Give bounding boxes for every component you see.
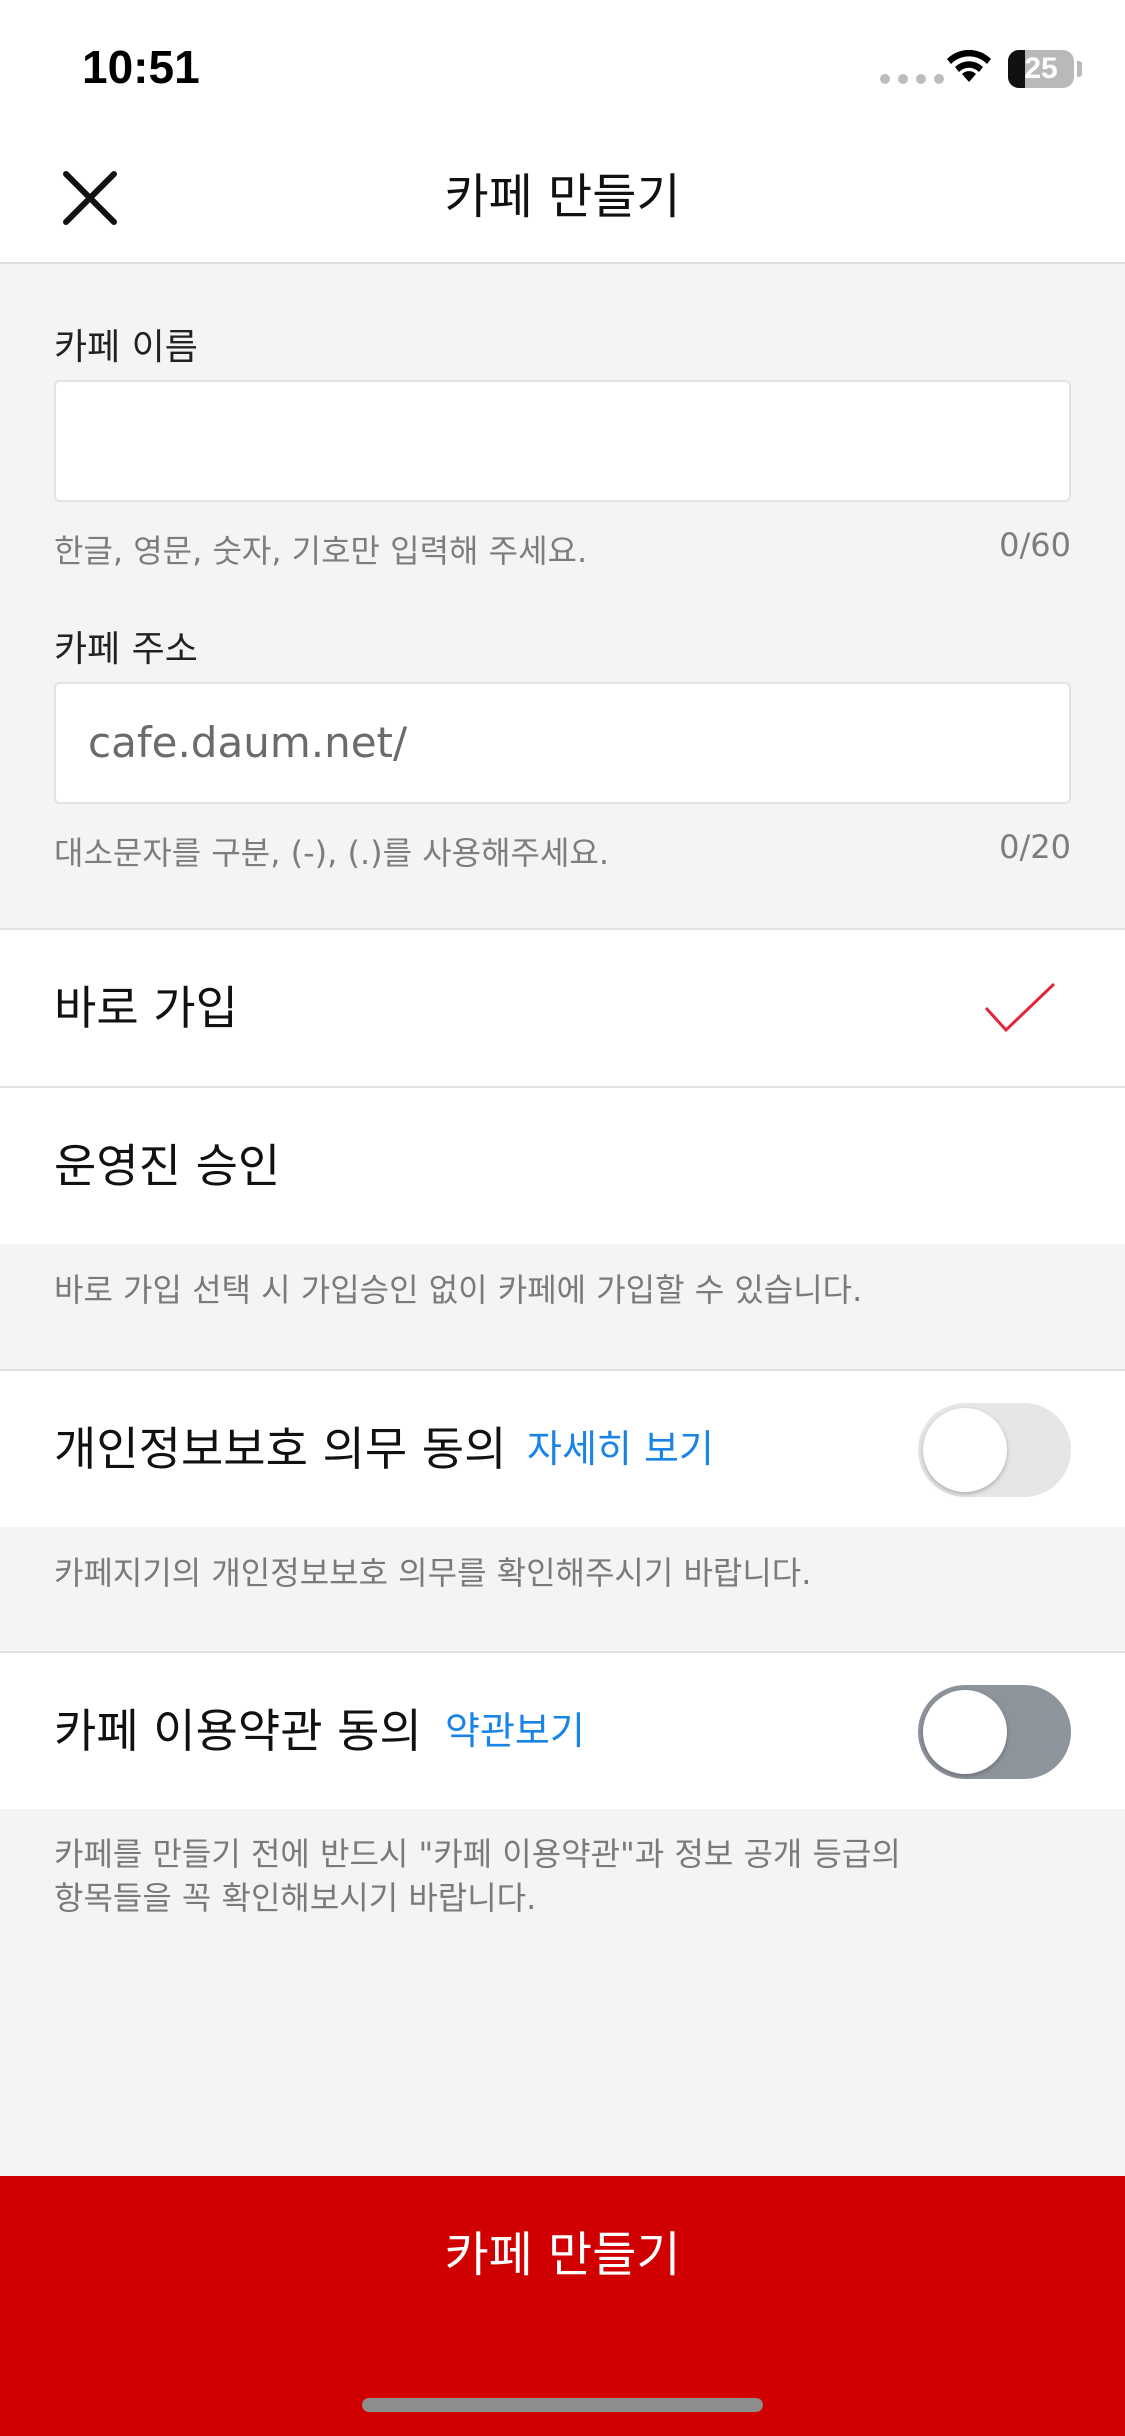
cafe-name-counter: 0/60 [999, 526, 1071, 564]
terms-agreement-note-line2: 항목들을 꼭 확인해보시기 바랍니다. [54, 1879, 537, 1917]
battery-cap [1077, 61, 1082, 77]
cafe-address-counter: 0/20 [999, 828, 1071, 866]
create-cafe-button-label: 카페 만들기 [444, 2227, 681, 2283]
status-bar: 10:51 25 [0, 0, 1125, 132]
privacy-agreement-toggle[interactable] [918, 1403, 1071, 1497]
privacy-agreement-label: 개인정보보호 의무 동의 [54, 1422, 507, 1476]
privacy-agreement-row: 개인정보보호 의무 동의 자세히 보기 [0, 1369, 1125, 1527]
close-icon[interactable] [52, 160, 128, 236]
battery-level: 25 [1024, 52, 1058, 85]
terms-agreement-note-line1: 카페를 만들기 전에 반드시 "카페 이용약관"과 정보 공개 등급의 [54, 1835, 901, 1873]
cafe-address-label: 카페 주소 [54, 629, 198, 670]
cafe-name-hint: 한글, 영문, 숫자, 기호만 입력해 주세요. [54, 532, 588, 570]
join-option-approval[interactable]: 운영진 승인 [0, 1086, 1125, 1244]
cafe-address-hint: 대소문자를 구분, (-), (.)를 사용해주세요. [54, 834, 610, 872]
cafe-name-input[interactable] [54, 380, 1071, 502]
create-cafe-button[interactable]: 카페 만들기 [0, 2176, 1125, 2436]
privacy-details-link[interactable]: 자세히 보기 [527, 1371, 714, 1527]
checkmark-icon [984, 982, 1056, 1033]
join-option-label: 운영진 승인 [54, 1139, 281, 1193]
status-time: 10:51 [82, 41, 200, 93]
toggle-knob [923, 1690, 1007, 1774]
toggle-knob [923, 1408, 1007, 1492]
home-indicator [362, 2398, 763, 2412]
join-option-label: 바로 가입 [54, 981, 238, 1035]
cafe-address-prefix: cafe.daum.net/ [88, 718, 408, 767]
wifi-icon [947, 49, 991, 82]
nav-bar: 카페 만들기 [0, 132, 1125, 264]
terms-agreement-toggle[interactable] [918, 1685, 1071, 1779]
join-option-note: 바로 가입 선택 시 가입승인 없이 카페에 가입할 수 있습니다. [54, 1271, 863, 1309]
cafe-name-label: 카페 이름 [54, 327, 198, 368]
cellular-signal-icon [880, 74, 944, 84]
battery-icon: 25 [1008, 50, 1074, 88]
terms-agreement-label: 카페 이용약관 동의 [54, 1704, 422, 1758]
terms-view-link[interactable]: 약관보기 [445, 1653, 585, 1809]
cafe-address-input[interactable]: cafe.daum.net/ [54, 682, 1071, 804]
join-option-instant[interactable]: 바로 가입 [0, 928, 1125, 1086]
privacy-agreement-note: 카페지기의 개인정보보호 의무를 확인해주시기 바랍니다. [54, 1554, 812, 1592]
page-title: 카페 만들기 [444, 169, 681, 225]
terms-agreement-row: 카페 이용약관 동의 약관보기 [0, 1651, 1125, 1809]
